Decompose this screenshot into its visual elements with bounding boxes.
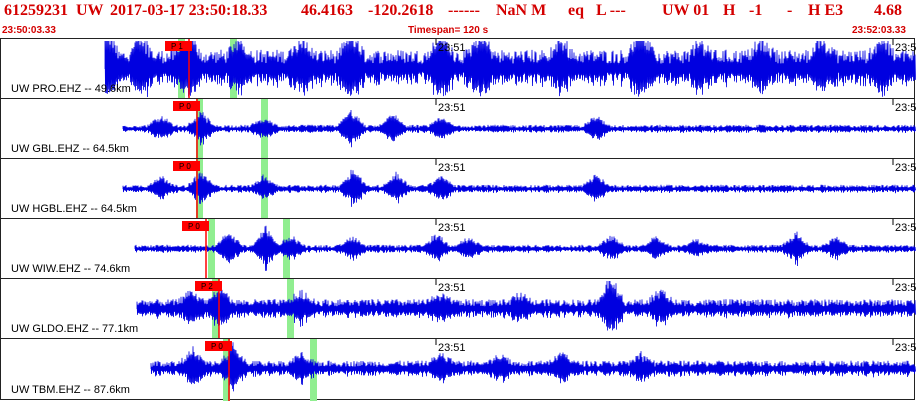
header-dashes: ------ — [448, 2, 480, 19]
waveform-canvas: P 2 23:51 23:5 — [136, 279, 916, 340]
end-time: 23:52:03.33 — [852, 25, 906, 36]
waveform-trace — [134, 225, 916, 271]
header-h1: H — [723, 2, 736, 19]
time-tick-label: 23:51 — [438, 282, 466, 294]
seismogram-panel[interactable]: P 0 23:51 23:5 UW HGBL.EHZ -- 64.5km — [0, 158, 916, 220]
channel-label: UW GLDO.EHZ -- 77.1km — [11, 323, 139, 335]
event-latitude: 46.4163 — [301, 2, 353, 19]
time-tick-label: 23:51 — [438, 222, 466, 234]
right-time-label: 23:5 — [895, 162, 916, 174]
waveform-canvas: P 0 23:51 23:5 — [134, 219, 916, 280]
event-datetime: 2017-03-17 23:50:18.33 — [110, 2, 268, 19]
p-pick-label: P 0 — [179, 162, 191, 171]
start-time: 23:50:03.33 — [2, 25, 56, 36]
right-time-label: 23:5 — [895, 342, 916, 354]
event-id: 61259231 — [4, 2, 68, 19]
seismogram-panels[interactable]: P 1 23:51 23:5 UW PRO.EHZ -- 49.6km P 0 23:51… — [0, 38, 916, 401]
p-pick-label: P 0 — [179, 102, 191, 111]
right-time-label: 23:5 — [895, 282, 916, 294]
seismogram-panel[interactable]: P 2 23:51 23:5 UW GLDO.EHZ -- 77.1km — [0, 278, 916, 340]
channel-label: UW TBM.EHZ -- 87.6km — [11, 384, 130, 396]
header-h3: - — [787, 2, 793, 19]
channel-label: UW PRO.EHZ -- 49.6km — [11, 83, 131, 95]
channel-label: UW HGBL.EHZ -- 64.5km — [11, 203, 137, 215]
time-tick-label: 23:51 — [438, 342, 466, 354]
magnitude: NaN M — [496, 2, 547, 19]
seismogram-panel[interactable]: P 0 23:51 23:5 UW TBM.EHZ -- 87.6km — [0, 338, 916, 401]
time-tick-label: 23:51 — [438, 42, 466, 54]
waveform-canvas: P 1 23:51 23:5 — [104, 39, 916, 100]
header-h2: -1 — [749, 2, 763, 19]
event-longitude: -120.2618 — [368, 2, 434, 19]
p-pick-label: P 1 — [171, 42, 183, 51]
net-code: UW 01 — [662, 2, 710, 19]
header-h4: H E3 — [808, 2, 844, 19]
right-time-label: 23:5 — [895, 42, 916, 54]
timespan: Timespan= 120 s — [408, 25, 489, 36]
seismogram-panel[interactable]: P 1 23:51 23:5 UW PRO.EHZ -- 49.6km — [0, 38, 916, 100]
right-time-label: 23:5 — [895, 102, 916, 114]
header-value: 4.68 — [874, 2, 902, 19]
p-pick-label: P 2 — [201, 282, 213, 291]
p-pick-label: P 0 — [211, 342, 223, 351]
network-code: UW — [76, 2, 104, 19]
p-pick-label: P 0 — [188, 222, 200, 231]
channel-label: UW WIW.EHZ -- 74.6km — [11, 263, 131, 275]
waveform-trace — [150, 342, 916, 392]
quality: L --- — [596, 2, 626, 19]
event-type: eq — [568, 2, 584, 19]
time-tick-label: 23:51 — [438, 162, 466, 174]
waveform-trace — [122, 109, 916, 148]
time-range-bar: 23:50:03.33 Timespan= 120 s 23:52:03.33 — [0, 22, 916, 38]
waveform-trace — [104, 40, 916, 98]
waveform-canvas: P 0 23:51 23:5 — [150, 339, 916, 401]
seismogram-panel[interactable]: P 0 23:51 23:5 UW WIW.EHZ -- 74.6km — [0, 218, 916, 280]
waveform-trace — [122, 169, 916, 207]
seismogram-panel[interactable]: P 0 23:51 23:5 UW GBL.EHZ -- 64.5km — [0, 98, 916, 160]
waveform-canvas: P 0 23:51 23:5 — [122, 159, 916, 220]
event-header: 61259231 UW 2017-03-17 23:50:18.33 46.41… — [0, 0, 916, 22]
waveform-trace — [136, 280, 916, 331]
time-tick-label: 23:51 — [438, 102, 466, 114]
channel-label: UW GBL.EHZ -- 64.5km — [11, 143, 129, 155]
right-time-label: 23:5 — [895, 222, 916, 234]
waveform-canvas: P 0 23:51 23:5 — [122, 99, 916, 160]
